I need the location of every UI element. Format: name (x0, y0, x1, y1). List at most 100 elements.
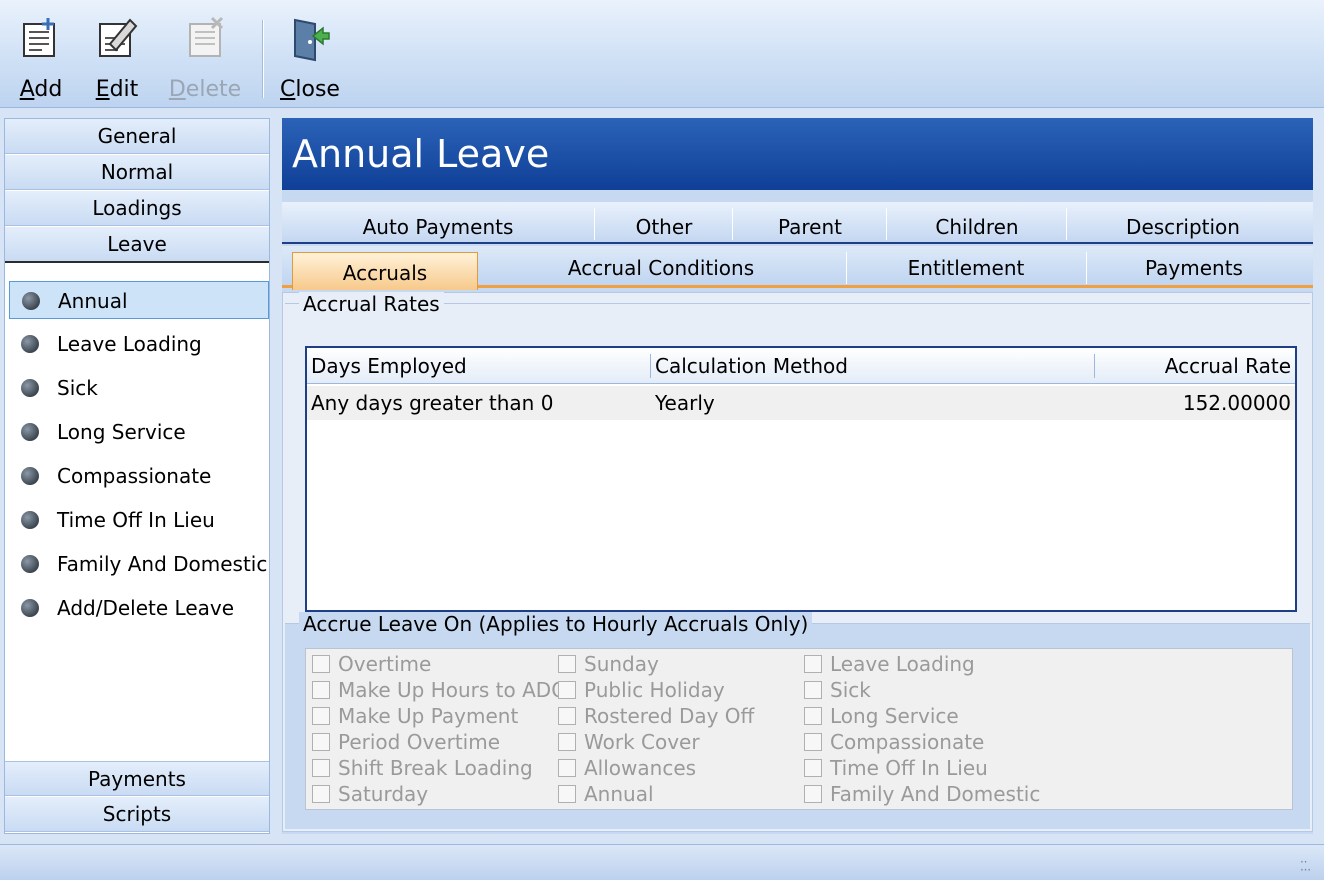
checkbox-allowances[interactable]: Allowances (556, 755, 696, 781)
nav-item-sick[interactable]: Sick (9, 369, 269, 407)
nav-item-annual[interactable]: Annual (9, 281, 269, 319)
checkbox-label: Sick (830, 678, 871, 702)
checkbox-box (804, 681, 822, 699)
nav-item-label: Time Off In Lieu (57, 508, 215, 532)
checkbox-sick[interactable]: Sick (802, 677, 871, 703)
checkbox-work-cover[interactable]: Work Cover (556, 729, 700, 755)
nav-section-scripts[interactable]: Scripts (5, 797, 269, 832)
status-bar: · · · · · (0, 844, 1324, 880)
tab-entitlement[interactable]: Entitlement (848, 246, 1084, 288)
document-delete-icon (189, 16, 224, 57)
column-header-days-employed[interactable]: Days Employed (307, 348, 651, 384)
checkbox-family-and-domestic[interactable]: Family And Domestic (802, 781, 1040, 807)
tab-separator (732, 208, 733, 240)
checkbox-box (804, 759, 822, 777)
cell-accrual-rate: 152.00000 (1182, 391, 1291, 415)
checkbox-overtime[interactable]: Overtime (310, 651, 431, 677)
leave-type-bullet-icon (21, 379, 39, 397)
tab-row-upper: Auto Payments Other Parent Children Desc… (282, 202, 1313, 244)
checkbox-box (558, 707, 576, 725)
tab-row-lower: Accruals Accrual Conditions Entitlement … (282, 246, 1313, 290)
checkbox-leave-loading[interactable]: Leave Loading (802, 651, 975, 677)
checkbox-label: Make Up Hours to ADO (338, 678, 567, 702)
checkbox-label: Overtime (338, 652, 432, 676)
tab-separator (1086, 252, 1087, 284)
nav-section-general[interactable]: General (5, 119, 269, 154)
checkbox-box (558, 733, 576, 751)
page-title: Annual Leave (282, 118, 1313, 190)
checkbox-label: Allowances (584, 756, 697, 780)
delete-button[interactable]: Delete (166, 14, 244, 104)
nav-section-normal[interactable]: Normal (5, 155, 269, 190)
tab-accrual-conditions[interactable]: Accrual Conditions (478, 246, 844, 288)
nav-item-leave-loading[interactable]: Leave Loading (9, 325, 269, 363)
nav-item-compassionate[interactable]: Compassionate (9, 457, 269, 495)
add-button[interactable]: Add (14, 14, 68, 104)
tab-auto-payments[interactable]: Auto Payments (282, 202, 594, 244)
checkbox-annual[interactable]: Annual (556, 781, 654, 807)
tab-description[interactable]: Description (1068, 202, 1298, 244)
leave-type-bullet-icon (21, 511, 39, 529)
accrual-rates-group: Accrual Rates Days Employed Calculation … (285, 292, 1310, 615)
accrual-rates-grid[interactable]: Days Employed Calculation Method Accrual… (305, 346, 1297, 612)
column-header-accrual-rate[interactable]: Accrual Rate (1095, 348, 1295, 384)
checkbox-rostered-day-off[interactable]: Rostered Day Off (556, 703, 754, 729)
column-header-calculation-method[interactable]: Calculation Method (651, 348, 1095, 384)
checkbox-box (312, 759, 330, 777)
tab-payments[interactable]: Payments (1088, 246, 1300, 288)
checkbox-compassionate[interactable]: Compassionate (802, 729, 984, 755)
close-button-accelerator: C (280, 77, 296, 102)
checkbox-label: Time Off In Lieu (830, 756, 988, 780)
checkbox-label: Saturday (338, 782, 429, 806)
accrue-leave-on-group-title: Accrue Leave On (Applies to Hourly Accru… (299, 612, 813, 636)
checkbox-sunday[interactable]: Sunday (556, 651, 659, 677)
tab-separator (1066, 208, 1067, 240)
checkbox-box (312, 655, 330, 673)
tab-accruals[interactable]: Accruals (292, 252, 478, 290)
toolbar-separator (262, 20, 264, 98)
add-button-label: dd (34, 77, 63, 102)
checkbox-label: Work Cover (584, 730, 700, 754)
resize-grip-icon[interactable]: · · · · · (1300, 856, 1316, 876)
window-bottom-edge (0, 880, 1324, 888)
checkbox-box (312, 707, 330, 725)
edit-button[interactable]: Edit (90, 14, 144, 104)
checkbox-label: Shift Break Loading (338, 756, 533, 780)
tab-children[interactable]: Children (888, 202, 1066, 244)
nav-section-loadings[interactable]: Loadings (5, 191, 269, 226)
navigation-pane: General Normal Loadings Leave Annual Lea… (4, 118, 270, 834)
checkbox-public-holiday[interactable]: Public Holiday (556, 677, 725, 703)
nav-item-label: Sick (57, 376, 98, 400)
checkbox-period-overtime[interactable]: Period Overtime (310, 729, 500, 755)
close-button[interactable]: Close (280, 14, 340, 104)
checkbox-box (558, 785, 576, 803)
checkbox-time-off-in-lieu[interactable]: Time Off In Lieu (802, 755, 988, 781)
table-row[interactable]: Any days greater than 0 Yearly 152.00000 (307, 386, 1295, 420)
tab-other[interactable]: Other (596, 202, 732, 244)
checkbox-long-service[interactable]: Long Service (802, 703, 959, 729)
tab-parent[interactable]: Parent (734, 202, 886, 244)
checkbox-box (804, 785, 822, 803)
nav-item-time-off-in-lieu[interactable]: Time Off In Lieu (9, 501, 269, 539)
checkbox-make-up-hours-to-ado[interactable]: Make Up Hours to ADO (310, 677, 567, 703)
edit-button-accelerator: E (95, 77, 110, 102)
nav-section-payments[interactable]: Payments (5, 761, 269, 796)
edit-button-label: dit (109, 77, 139, 102)
checkbox-box (804, 733, 822, 751)
nav-item-long-service[interactable]: Long Service (9, 413, 269, 451)
checkbox-saturday[interactable]: Saturday (310, 781, 428, 807)
nav-item-add-delete-leave[interactable]: Add/Delete Leave (9, 589, 269, 627)
checkbox-label: Annual (584, 782, 654, 806)
checkbox-shift-break-loading[interactable]: Shift Break Loading (310, 755, 533, 781)
checkbox-box (804, 655, 822, 673)
cell-calculation-method: Yearly (655, 391, 715, 415)
column-header-label: Days Employed (311, 354, 467, 378)
checkbox-make-up-payment[interactable]: Make Up Payment (310, 703, 518, 729)
nav-section-leave[interactable]: Leave (5, 227, 269, 263)
nav-item-family-and-domestic[interactable]: Family And Domestic (9, 545, 269, 583)
nav-item-label: Leave Loading (57, 332, 202, 356)
checkbox-box (312, 733, 330, 751)
cell-days-employed: Any days greater than 0 (311, 391, 554, 415)
leave-type-bullet-icon (21, 335, 39, 353)
checkbox-label: Sunday (584, 652, 659, 676)
